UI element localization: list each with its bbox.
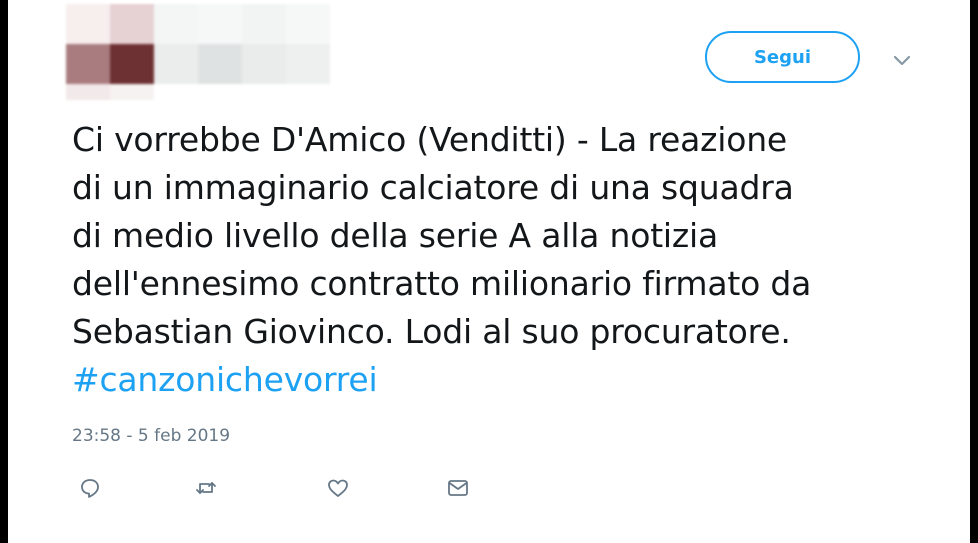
reply-icon [78,476,102,504]
blurred-avatar[interactable] [60,4,360,100]
tweet-text-line: Ci vorrebbe D'Amico (Venditti) - La reaz… [72,120,788,159]
hashtag-link[interactable]: #canzonichevorrei [72,356,952,404]
chevron-down-icon[interactable] [892,50,912,70]
retweet-icon [194,476,218,504]
tweet-actions [72,472,492,508]
reply-button[interactable] [72,472,108,508]
like-icon [326,476,350,504]
tweet-text-line: Sebastian Giovinco. Lodi al suo procurat… [72,312,791,351]
tweet-text: Ci vorrebbe D'Amico (Venditti) - La reaz… [72,116,952,404]
direct-message-button[interactable] [440,472,476,508]
direct-message-icon [446,476,470,504]
retweet-button[interactable] [188,472,224,508]
tweet-timestamp[interactable]: 23:58 - 5 feb 2019 [72,426,230,446]
like-button[interactable] [320,472,356,508]
follow-button[interactable]: Segui [705,31,860,83]
tweet-text-line: di medio livello della serie A alla noti… [72,216,719,255]
tweet-text-line: di un immaginario calciatore di una squa… [72,168,794,207]
tweet-card: Segui Ci vorrebbe D'Amico (Venditti) - L… [8,0,970,543]
tweet-text-line: dell'ennesimo contratto milionario firma… [72,264,812,303]
